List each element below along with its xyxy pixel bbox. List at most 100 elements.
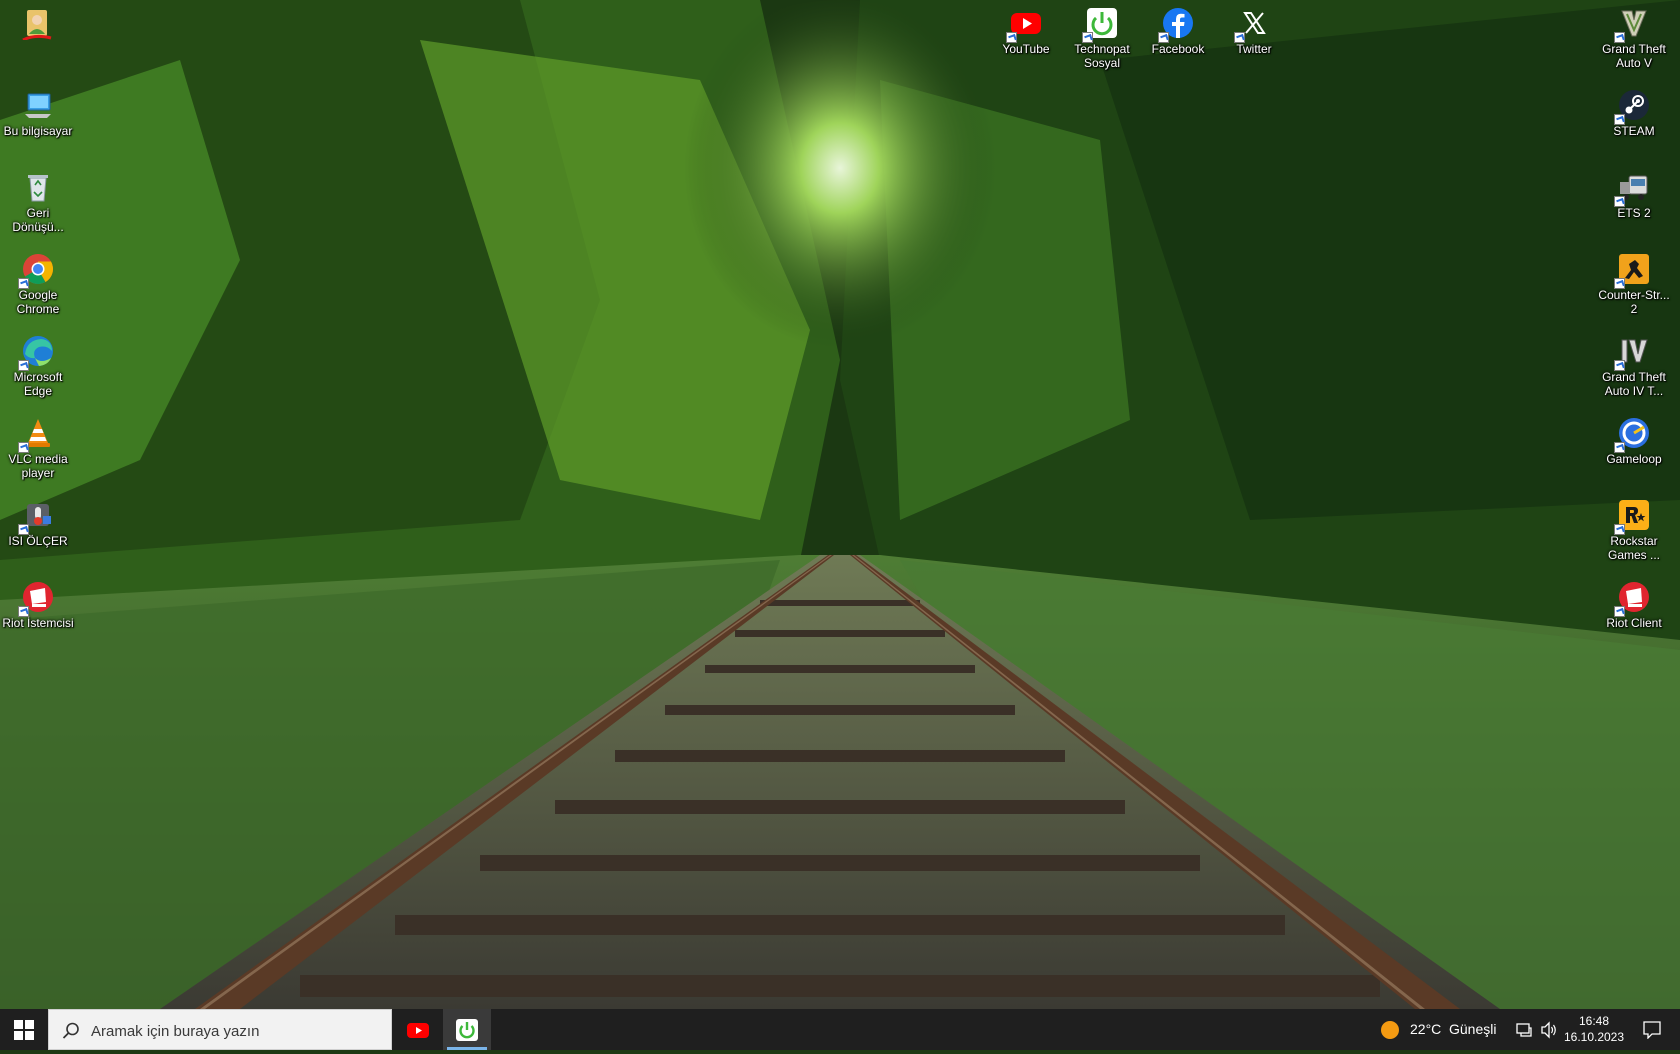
desktop-icon-label: Grand Theft Auto IV T... [1602,370,1666,398]
desktop-icon-label: Geri Dönüşü... [12,206,64,234]
technopat-icon [456,1019,478,1041]
desktop-icon-recycle-bin[interactable]: Geri Dönüşü... [0,170,76,234]
user-folder-icon [21,6,55,42]
shortcut-arrow-icon [1614,606,1625,617]
shortcut-arrow-icon [1614,32,1625,43]
edge-icon [18,334,55,371]
gta4-icon [1614,334,1651,371]
ets2-icon [1614,170,1651,207]
weather-condition: Güneşli [1449,1021,1497,1037]
desktop-icon-riot-istemcisi[interactable]: Riot İstemcisi [0,580,76,630]
shortcut-arrow-icon [1006,32,1017,43]
desktop-icon-label: ISI ÖLÇER [8,534,68,548]
weather-temperature: 22°C [1410,1021,1442,1037]
shortcut-arrow-icon [1614,196,1625,207]
shortcut-arrow-icon [1158,32,1169,43]
volume-tray-button[interactable] [1538,1009,1560,1050]
desktop-icon-label: Microsoft Edge [13,370,63,398]
desktop-icon-label: Bu bilgisayar [3,124,73,138]
gameloop-icon [1614,416,1651,453]
desktop-icon-twitter[interactable]: Twitter [1216,6,1292,56]
desktop-icon-label: Gameloop [1606,452,1662,466]
shortcut-arrow-icon [1614,524,1625,535]
desktop-icon-vlc[interactable]: VLC media player [0,416,76,480]
network-icon [1516,1023,1532,1037]
youtube-icon [407,1023,429,1038]
desktop-icon-counter-strike-2[interactable]: Counter-Str... 2 [1596,252,1672,316]
desktop-icon-label: Grand Theft Auto V [1602,42,1666,70]
desktop-icon-label: Riot Client [1606,616,1662,630]
shortcut-arrow-icon [1614,360,1625,371]
desktop-icon-label: Counter-Str... 2 [1598,288,1670,316]
taskbar-search-box[interactable] [48,1009,392,1050]
riot-icon [18,580,55,617]
counter-strike-icon [1614,252,1651,289]
shortcut-arrow-icon [1082,32,1093,43]
youtube-icon [1006,6,1043,43]
desktop-icon-label: Technopat Sosyal [1074,42,1130,70]
search-icon [62,1022,79,1039]
desktop-wallpaper [0,0,1680,1009]
desktop-icon-label: Google Chrome [16,288,60,316]
shortcut-arrow-icon [1614,278,1625,289]
shortcut-arrow-icon [18,524,29,535]
desktop-icon-ets2[interactable]: ETS 2 [1596,170,1672,220]
notification-icon [1643,1021,1661,1039]
technopat-icon [1082,6,1119,43]
steam-icon [1614,88,1651,125]
desktop-icon-this-pc[interactable]: Bu bilgisayar [0,88,76,138]
recycle-bin-icon [21,170,55,204]
facebook-icon [1158,6,1195,43]
desktop-icon-gameloop[interactable]: Gameloop [1596,416,1672,466]
desktop-icon-google-chrome[interactable]: Google Chrome [0,252,76,316]
speaker-icon [1541,1021,1556,1039]
shortcut-arrow-icon [18,606,29,617]
taskbar: 22°C Güneşli 16:48 16.10.2023 [0,1009,1680,1050]
rockstar-icon [1614,498,1651,535]
start-button[interactable] [0,1009,48,1050]
shortcut-arrow-icon [1234,32,1245,43]
desktop-icon-riot-client[interactable]: Riot Client [1596,580,1672,630]
desktop-icon-label: YouTube [1002,42,1050,56]
vlc-icon [18,416,55,453]
desktop-icon-user-folder[interactable] [0,6,76,42]
twitter-x-icon [1234,6,1271,43]
desktop-icon-label: VLC media player [8,452,68,480]
riot-client-icon [1614,580,1651,617]
shortcut-arrow-icon [18,442,29,453]
desktop-icon-facebook[interactable]: Facebook [1140,6,1216,56]
thermometer-app-icon [18,498,55,535]
taskbar-app-youtube[interactable] [394,1009,442,1050]
desktop-icon-label: Rockstar Games ... [1607,534,1660,562]
computer-icon [21,88,55,122]
taskbar-app-technopat[interactable] [443,1009,491,1050]
shortcut-arrow-icon [1614,114,1625,125]
desktop-icon-label: ETS 2 [1617,206,1651,220]
desktop-icon-label: Twitter [1236,42,1272,56]
desktop-icon-microsoft-edge[interactable]: Microsoft Edge [0,334,76,398]
shortcut-arrow-icon [18,278,29,289]
shortcut-arrow-icon [18,360,29,371]
chrome-icon [18,252,55,289]
desktop-icon-label: STEAM [1613,124,1655,138]
desktop-icon-rockstar-games[interactable]: Rockstar Games ... [1596,498,1672,562]
desktop-icon-youtube[interactable]: YouTube [988,6,1064,56]
windows-logo-icon [14,1020,34,1040]
taskbar-clock[interactable]: 16:48 16.10.2023 [1562,1009,1626,1054]
gta5-icon [1614,6,1651,43]
shortcut-arrow-icon [1614,442,1625,453]
search-input[interactable] [89,1018,383,1044]
notification-center-button[interactable] [1632,1009,1672,1050]
desktop-icon-isi-olcer[interactable]: ISI ÖLÇER [0,498,76,548]
clock-date: 16.10.2023 [1563,1030,1625,1044]
network-tray-button[interactable] [1514,1009,1536,1050]
desktop-icon-gta-iv[interactable]: Grand Theft Auto IV T... [1596,334,1672,398]
desktop-icon-label: Facebook [1151,42,1205,56]
desktop-icon-steam[interactable]: STEAM [1596,88,1672,138]
desktop-icon-gta-v[interactable]: Grand Theft Auto V [1596,6,1672,70]
clock-time: 16:48 [1578,1014,1610,1028]
weather-widget[interactable]: 22°C Güneşli [1378,1009,1498,1050]
sun-icon [1381,1021,1399,1039]
desktop-icon-label: Riot İstemcisi [2,616,74,630]
desktop-icon-technopat-sosyal[interactable]: Technopat Sosyal [1064,6,1140,70]
